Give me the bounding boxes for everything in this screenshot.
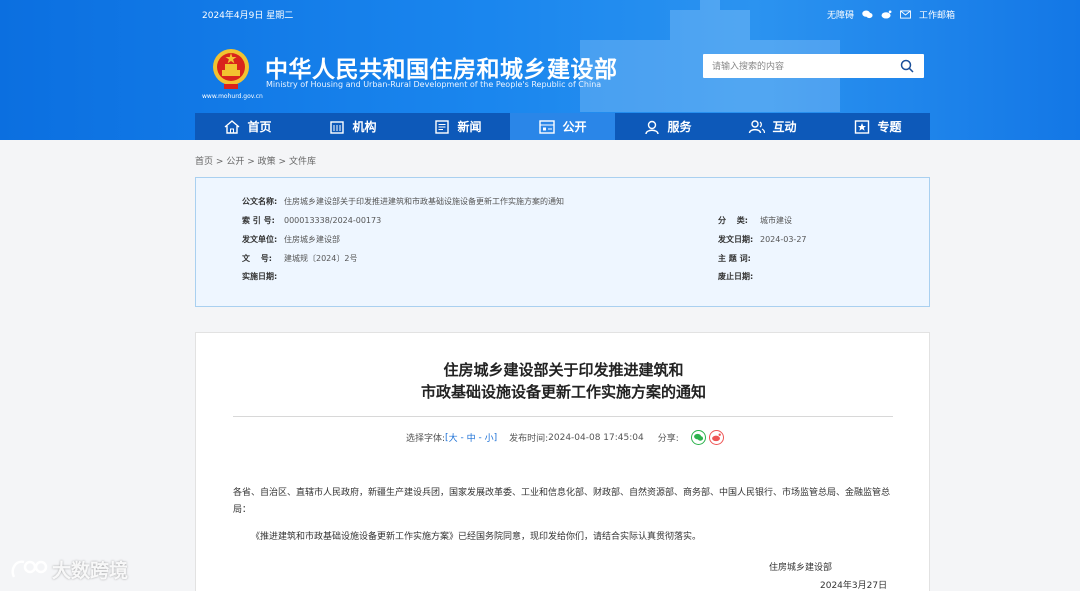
article-info-bar: 选择字体: [ 大 - 中 - 小 ] 发布时间: 2024-04-08 17:… <box>406 430 724 445</box>
breadcrumb-separator: > <box>278 157 287 167</box>
font-large-button[interactable]: 大 <box>449 431 458 444</box>
article-title-line2: 市政基础设施设备更新工作实施方案的通知 <box>420 383 706 401</box>
accessibility-link[interactable]: 无障碍 <box>827 8 854 21</box>
meta-effective-date: 实施日期: <box>242 272 278 281</box>
home-icon <box>225 119 240 134</box>
watermark-text: 大数跨境 <box>52 560 129 582</box>
topic-icon <box>855 119 870 134</box>
share-wechat-button[interactable] <box>690 430 706 445</box>
breadcrumb-policy[interactable]: 政策 <box>258 157 276 167</box>
document-meta-panel: 公文名称: 住房城乡建设部关于印发推进建筑和市政基础设施设备更新工作实施方案的通知… <box>195 177 930 307</box>
search-input[interactable] <box>703 55 893 79</box>
font-sep: - <box>475 432 485 443</box>
meta-category: 分 类: 城市建设 <box>718 216 792 225</box>
site-title[interactable]: 中华人民共和国住房和城乡建设部 <box>265 50 618 84</box>
watermark-logo-icon <box>11 559 48 578</box>
news-icon <box>435 119 450 134</box>
wechat-icon[interactable] <box>862 10 873 19</box>
nav-label: 服务 <box>667 120 692 134</box>
top-links: 无障碍 工作邮箱 <box>827 8 955 21</box>
nav-home[interactable]: 首页 <box>195 113 300 140</box>
meta-abolish-date: 废止日期: <box>718 272 754 281</box>
share-label: 分享: <box>657 434 679 444</box>
font-small-button[interactable]: 小 <box>485 431 494 444</box>
nav-open[interactable]: 公开 <box>510 113 615 140</box>
article-sign-date: 2024年3月27日 <box>820 581 888 591</box>
publish-time: 2024-04-08 17:45:04 <box>548 432 644 443</box>
work-email-link[interactable]: 工作邮箱 <box>919 8 955 21</box>
breadcrumb-open[interactable]: 公开 <box>226 157 244 167</box>
article-recipients: 各省、自治区、直辖市人民政府，新疆生产建设兵团，国家发展改革委、工业和信息化部、… <box>233 488 891 515</box>
service-icon <box>645 120 660 134</box>
national-emblem-icon <box>213 49 249 89</box>
nav-label: 公开 <box>562 120 587 134</box>
nav-topic[interactable]: 专题 <box>825 113 930 140</box>
nav-label: 机构 <box>352 120 377 134</box>
breadcrumb-separator: > <box>215 157 224 167</box>
font-bracket-close: ] <box>493 432 498 443</box>
meta-issuer: 发文单位: 住房城乡建设部 <box>242 235 340 244</box>
breadcrumb-library[interactable]: 文件库 <box>289 157 316 167</box>
font-medium-button[interactable]: 中 <box>467 431 476 444</box>
main-nav: 首页 机构 新闻 公开 服务 互动 专题 <box>195 113 930 140</box>
search-icon[interactable] <box>900 59 914 73</box>
meta-index: 索 引 号: 000013338/2024-00173 <box>242 216 382 225</box>
article-signature: 住房城乡建设部 <box>769 563 833 573</box>
interact-icon <box>749 119 766 133</box>
breadcrumb-separator: > <box>247 157 255 167</box>
weibo-icon <box>711 433 721 442</box>
site-subtitle: Ministry of Housing and Urban-Rural Deve… <box>266 80 602 89</box>
nav-label: 互动 <box>772 120 797 134</box>
nav-organization[interactable]: 机构 <box>300 113 405 140</box>
share-weibo-button[interactable] <box>708 430 724 445</box>
breadcrumb-home[interactable]: 首页 <box>195 157 213 167</box>
site-header: 2024年4月9日 星期二 无障碍 工作邮箱 中华人民共和国住房和城乡建设部 M… <box>0 0 1080 140</box>
font-sep: - <box>457 432 467 443</box>
font-size-label: 选择字体: <box>406 434 446 444</box>
search-box <box>703 54 924 79</box>
meta-issue-date: 发文日期: 2024-03-27 <box>718 235 807 244</box>
publish-label: 发布时间: <box>509 434 549 444</box>
nav-label: 专题 <box>877 120 902 134</box>
nav-service[interactable]: 服务 <box>615 113 720 140</box>
article-body: 《推进建筑和市政基础设施设备更新工作实施方案》已经国务院同意，现印发给你们，请结… <box>251 532 702 542</box>
article-title-line1: 住房城乡建设部关于印发推进建筑和 <box>443 361 684 379</box>
site-url: www.mohurd.gov.cn <box>202 93 263 100</box>
title-divider <box>233 416 893 417</box>
nav-label: 首页 <box>247 120 272 134</box>
watermark: 大数跨境 <box>10 556 128 583</box>
meta-doc-name: 公文名称: 住房城乡建设部关于印发推进建筑和市政基础设施设备更新工作实施方案的通知 <box>242 197 564 206</box>
open-icon <box>539 119 556 134</box>
meta-doc-number: 文 号: 建城规〔2024〕2号 <box>242 254 358 263</box>
weibo-icon[interactable] <box>881 10 892 19</box>
meta-keywords: 主 题 词: <box>718 254 751 263</box>
current-date: 2024年4月9日 星期二 <box>202 11 294 21</box>
nav-news[interactable]: 新闻 <box>405 113 510 140</box>
nav-interact[interactable]: 互动 <box>720 113 825 140</box>
building-icon <box>330 120 345 134</box>
nav-label: 新闻 <box>457 120 482 134</box>
email-icon[interactable] <box>900 10 911 19</box>
breadcrumb: 首页 > 公开 > 政策 > 文件库 <box>195 154 316 167</box>
wechat-icon <box>693 433 703 441</box>
article-panel: 住房城乡建设部关于印发推进建筑和 市政基础设施设备更新工作实施方案的通知 选择字… <box>195 332 930 591</box>
